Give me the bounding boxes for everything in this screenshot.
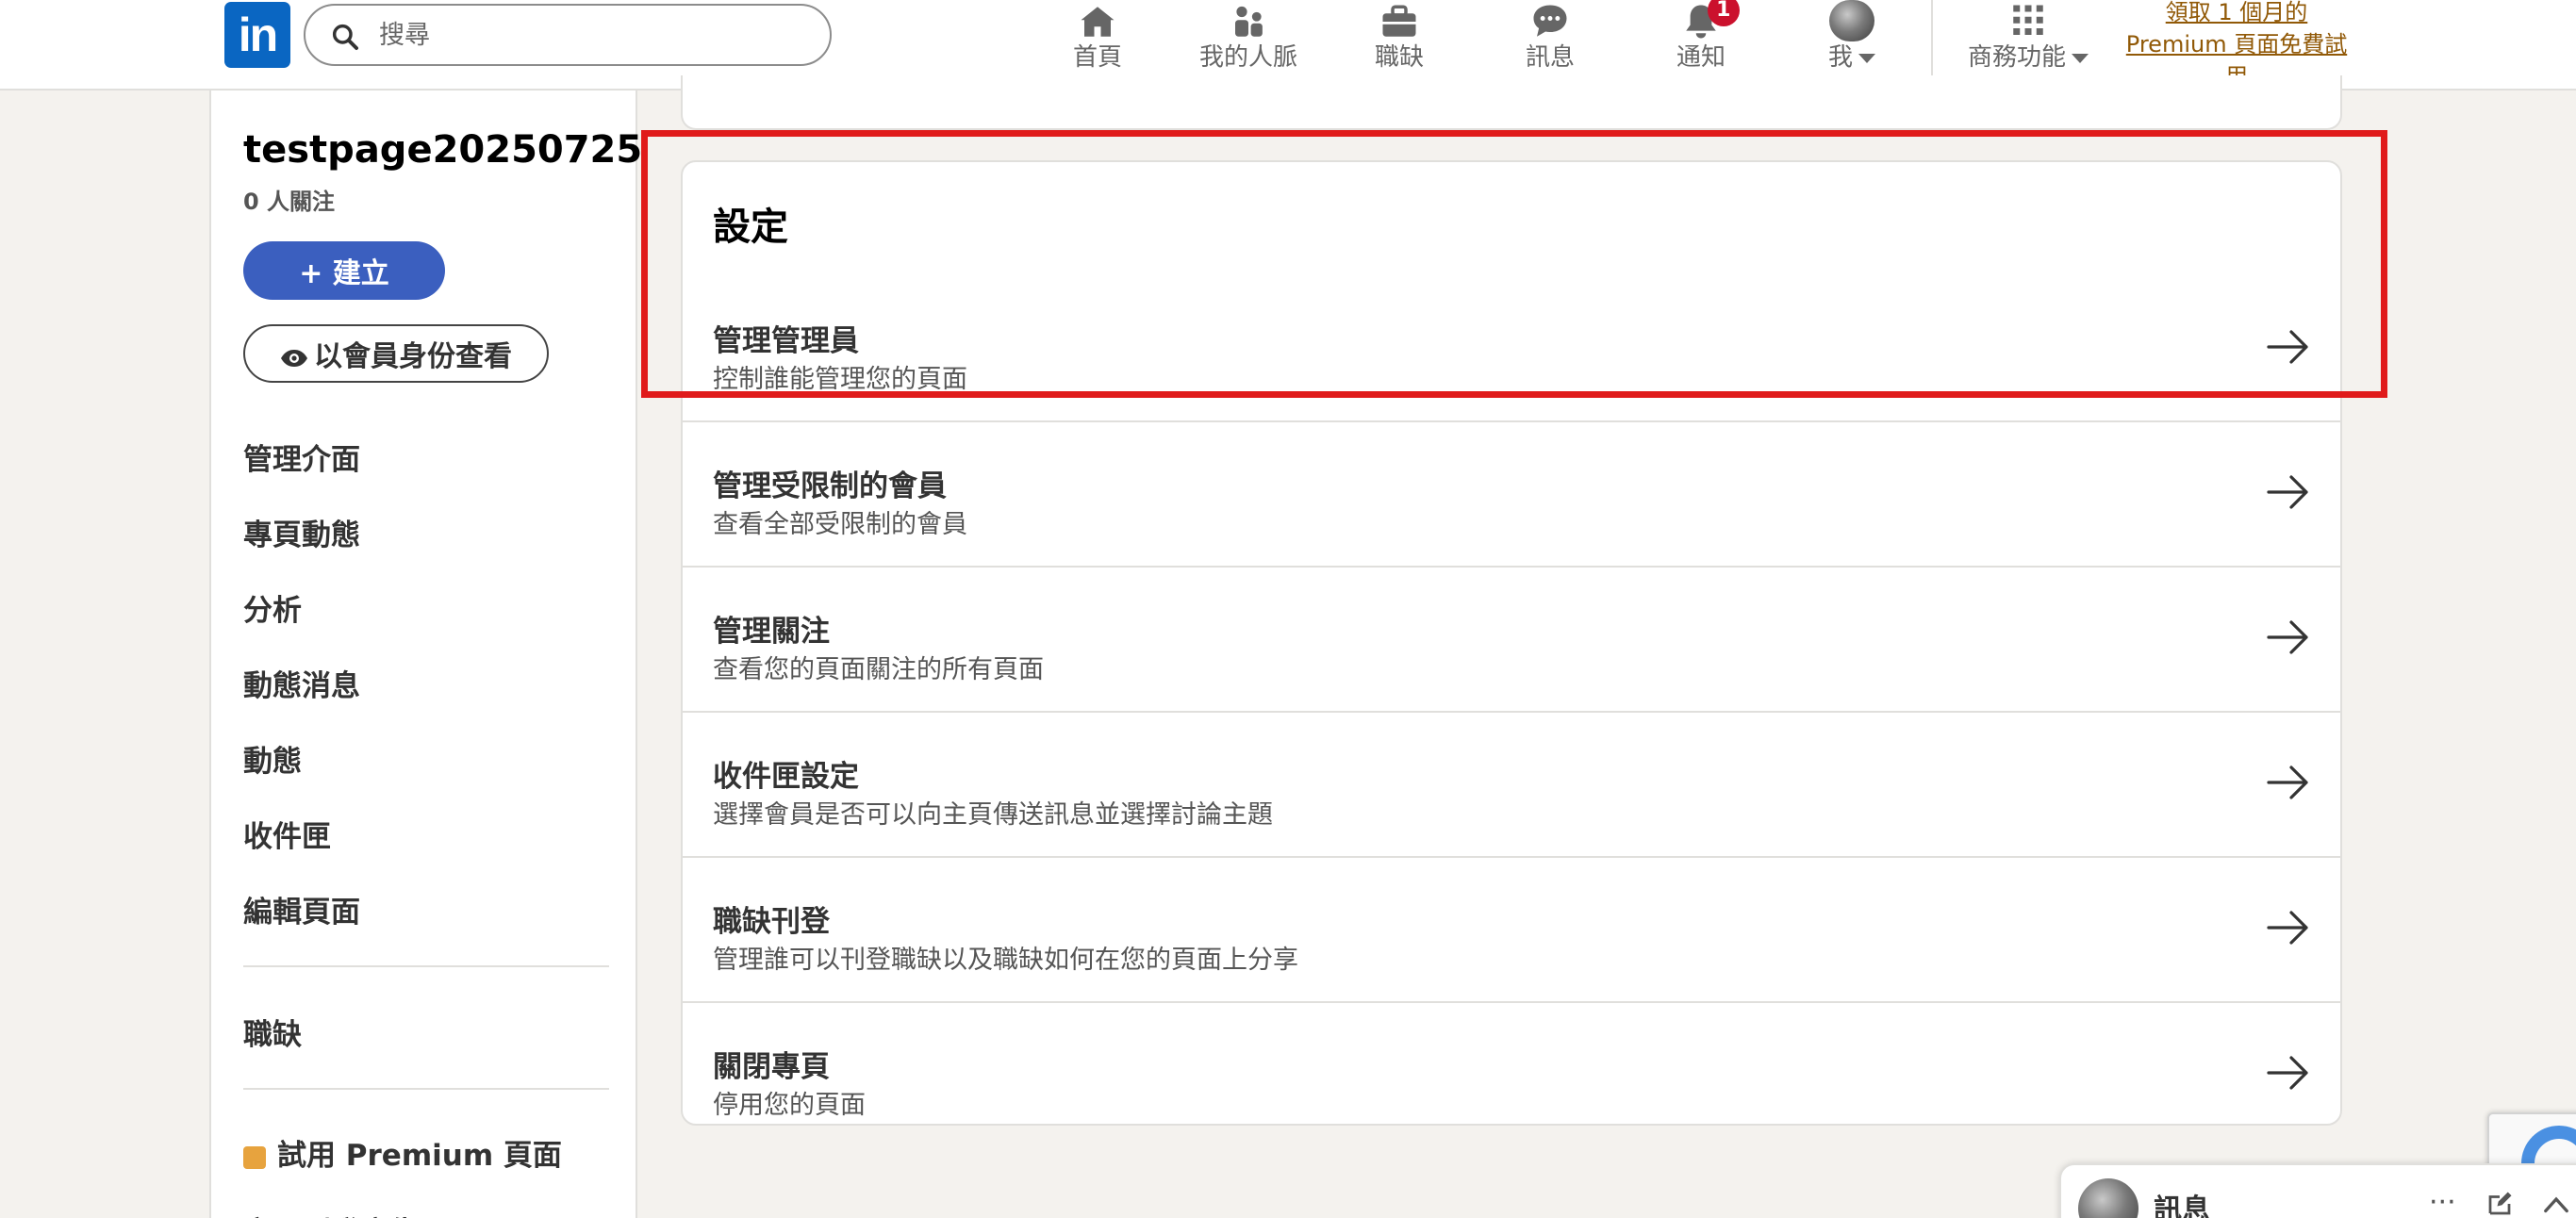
setting-row-desc: 查看全部受限制的會員 — [713, 510, 967, 539]
arrow-right-icon — [2267, 620, 2308, 654]
setting-row-title: 管理管理員 — [713, 324, 859, 358]
sidebar-item-page-posts[interactable]: 專頁動態 — [243, 511, 360, 553]
nav-messaging-label: 訊息 — [1525, 43, 1575, 72]
settings-card: 設定 管理管理員 控制誰能管理您的頁面 管理受限制的會員 查看全部受限制的會員 … — [681, 160, 2342, 1126]
setting-row-desc: 管理誰可以刊登職缺以及職缺如何在您的頁面上分享 — [713, 946, 1298, 975]
setting-row-title: 管理受限制的會員 — [713, 469, 947, 503]
sidebar-item-feed[interactable]: 動態消息 — [243, 662, 360, 704]
home-icon — [1081, 7, 1115, 37]
nav-home-label: 首頁 — [1072, 43, 1122, 72]
messaging-avatar — [2078, 1178, 2138, 1218]
setting-row-desc: 查看您的頁面關注的所有頁面 — [713, 655, 1044, 684]
chat-bubble-icon — [1533, 5, 1567, 37]
nav-my-network-label: 我的人脈 — [1198, 43, 1297, 72]
nav-for-business-label: 商務功能 — [1957, 41, 2099, 74]
setting-inbox-settings[interactable]: 收件匣設定 選擇會員是否可以向主頁傳送訊息並選擇討論主題 — [683, 713, 2340, 858]
sidebar-divider — [243, 1088, 609, 1090]
setting-row-title: 職缺刊登 — [713, 905, 830, 939]
arrow-right-icon — [2267, 330, 2308, 364]
search-box[interactable] — [304, 4, 832, 66]
more-options-icon[interactable]: ··· — [2429, 1186, 2456, 1218]
setting-manage-following[interactable]: 管理關注 查看您的頁面關注的所有頁面 — [683, 568, 2340, 713]
admin-sidebar: testpage20250725 0 人關注 + 建立 以會員身份查看 管理介面… — [209, 91, 642, 1218]
arrow-right-icon — [2267, 475, 2308, 509]
setting-manage-restricted-members[interactable]: 管理受限制的會員 查看全部受限制的會員 — [683, 422, 2340, 568]
linkedin-logo[interactable]: in — [224, 2, 290, 68]
page-name: testpage20250725 — [243, 128, 643, 172]
sidebar-item-inbox[interactable]: 收件匣 — [243, 813, 331, 855]
sidebar-item-edit-page[interactable]: 編輯頁面 — [243, 888, 360, 930]
eye-icon — [281, 349, 307, 367]
view-as-member-label: 以會員身份查看 — [314, 340, 512, 373]
arrow-right-icon — [2267, 911, 2308, 945]
sidebar-item-premium-trial[interactable]: 試用 Premium 頁面 — [243, 1131, 562, 1174]
people-icon — [1235, 6, 1263, 37]
arrow-right-icon — [2267, 765, 2308, 799]
nav-notifications-label: 通知 — [1676, 43, 1726, 72]
settings-title: 設定 — [713, 206, 788, 249]
sidebar-divider — [243, 965, 609, 967]
arrow-right-icon — [2267, 1056, 2308, 1090]
messaging-title: 訊息 — [2154, 1193, 2210, 1218]
setting-row-desc: 選擇會員是否可以向主頁傳送訊息並選擇討論主題 — [713, 800, 1273, 830]
setting-manage-admins[interactable]: 管理管理員 控制誰能管理您的頁面 — [683, 277, 2340, 422]
create-button[interactable]: + 建立 — [243, 241, 445, 300]
premium-icon — [243, 1145, 266, 1169]
sidebar-item-advertise[interactable]: 立即刊登廣告 — [243, 1209, 419, 1218]
caret-down-icon — [2072, 53, 2089, 63]
sidebar-item-dashboard[interactable]: 管理介面 — [243, 436, 360, 478]
setting-row-desc: 停用您的頁面 — [713, 1091, 866, 1120]
previous-card — [681, 75, 2342, 130]
search-icon — [332, 24, 358, 50]
sidebar-item-activity[interactable]: 動態 — [243, 737, 302, 780]
caret-down-icon — [1858, 53, 1875, 63]
setting-row-title: 關閉專頁 — [713, 1050, 830, 1084]
sidebar-item-analytics[interactable]: 分析 — [243, 586, 302, 629]
notification-badge: 1 — [1707, 0, 1740, 26]
view-as-member-button[interactable]: 以會員身份查看 — [243, 324, 549, 383]
sidebar-item-jobs[interactable]: 職缺 — [243, 1011, 302, 1053]
setting-row-title: 收件匣設定 — [713, 760, 859, 794]
setting-job-postings[interactable]: 職缺刊登 管理誰可以刊登職缺以及職缺如何在您的頁面上分享 — [683, 858, 2340, 1003]
nav-jobs-label: 職缺 — [1374, 43, 1424, 72]
search-input[interactable] — [379, 13, 813, 57]
follower-count: 0 人關注 — [243, 189, 336, 215]
setting-row-desc: 控制誰能管理您的頁面 — [713, 365, 967, 394]
nav-me-label: 我 — [1810, 41, 1893, 74]
profile-avatar — [1829, 0, 1874, 41]
chevron-up-icon[interactable] — [2542, 1193, 2570, 1214]
setting-deactivate-page[interactable]: 關閉專頁 停用您的頁面 — [683, 1003, 2340, 1148]
messaging-widget[interactable]: 訊息 ··· — [2059, 1163, 2576, 1218]
compose-icon[interactable] — [2485, 1190, 2514, 1218]
briefcase-icon — [1382, 5, 1416, 37]
setting-row-title: 管理關注 — [713, 615, 830, 649]
grid-apps-icon — [2013, 5, 2043, 35]
